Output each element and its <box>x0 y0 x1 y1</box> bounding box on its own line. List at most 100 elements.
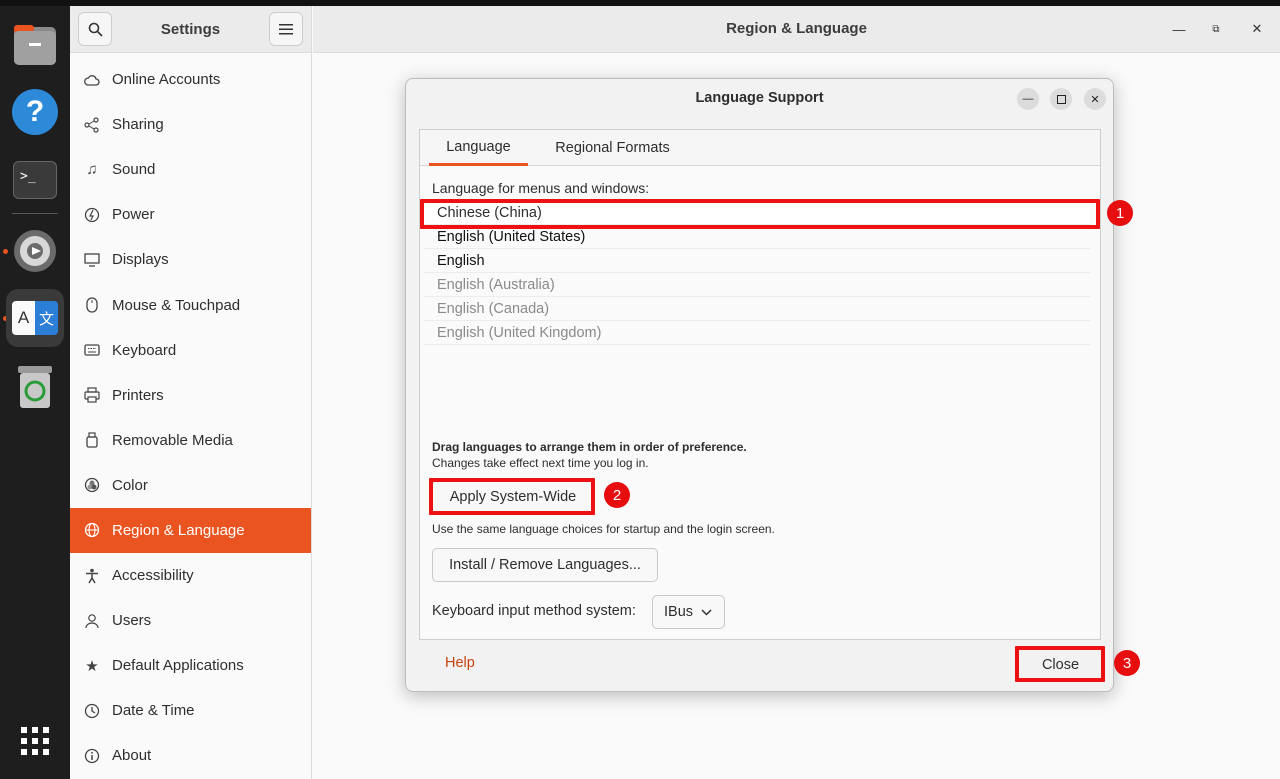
dock-terminal[interactable]: >_ <box>6 151 64 209</box>
sidebar-item-keyboard[interactable]: Keyboard <box>70 328 311 373</box>
sidebar-item-sharing[interactable]: Sharing <box>70 102 311 147</box>
sidebar-list: Online Accounts Sharing ♫ Sound Power Di… <box>70 57 311 779</box>
sidebar-item-label: Users <box>112 612 152 630</box>
keyboard-input-select[interactable]: IBus <box>652 595 725 629</box>
clock-icon <box>84 703 100 719</box>
settings-icon <box>14 230 56 272</box>
music-note-icon: ♫ <box>86 161 98 179</box>
annotation-badge-2: 2 <box>604 482 630 508</box>
sidebar-item-power[interactable]: Power <box>70 192 311 237</box>
color-icon <box>84 477 100 493</box>
sidebar-item-accessibility[interactable]: Accessibility <box>70 553 311 598</box>
minimize-button[interactable]: — <box>1170 20 1188 38</box>
sidebar-item-label: Power <box>112 206 155 224</box>
dock-language-support[interactable]: A 文 <box>6 289 64 347</box>
sidebar-item-label: Keyboard <box>112 341 177 359</box>
sidebar-item-label: Accessibility <box>112 567 194 585</box>
sidebar-item-label: Region & Language <box>112 521 245 539</box>
sidebar-item-label: Color <box>112 476 148 494</box>
search-icon <box>88 22 103 37</box>
star-icon: ★ <box>85 657 99 675</box>
apply-note: Use the same language choices for startu… <box>432 522 775 536</box>
annotation-box-1 <box>420 199 1100 229</box>
sidebar-item-users[interactable]: Users <box>70 598 311 643</box>
keyboard-input-label: Keyboard input method system: <box>432 603 636 619</box>
sidebar-item-date-time[interactable]: Date & Time <box>70 688 311 733</box>
dialog-close-button[interactable]: ✕ <box>1084 88 1106 110</box>
dock-settings[interactable] <box>6 222 64 280</box>
annotation-badge-1: 1 <box>1107 200 1133 226</box>
power-icon <box>84 207 100 223</box>
close-window-button[interactable]: ✕ <box>1248 20 1266 38</box>
keyboard-input-value: IBus <box>664 604 694 620</box>
sidebar-item-label: Displays <box>112 251 169 269</box>
sidebar-item-displays[interactable]: Displays <box>70 237 311 282</box>
language-row-english-canada[interactable]: English (Canada) <box>424 297 1090 321</box>
sidebar-title: Settings <box>160 20 221 38</box>
sidebar-item-label: Default Applications <box>112 657 244 675</box>
dialog-minimize-button[interactable]: — <box>1017 88 1039 110</box>
trash-icon <box>18 366 52 408</box>
info-icon <box>84 748 100 764</box>
sidebar-item-region-language[interactable]: Region & Language <box>70 507 311 554</box>
change-note: Changes take effect next time you log in… <box>432 456 649 470</box>
terminal-icon: >_ <box>13 161 57 199</box>
language-row-english-uk[interactable]: English (United Kingdom) <box>424 321 1090 345</box>
close-icon: ✕ <box>1251 21 1263 36</box>
sidebar-item-label: Removable Media <box>112 431 233 449</box>
share-icon <box>84 117 100 133</box>
sidebar-item-label: Printers <box>112 386 164 404</box>
dialog-title: Language Support <box>695 90 824 106</box>
sidebar-item-label: Sound <box>112 161 156 179</box>
show-apps-button[interactable] <box>6 712 64 770</box>
annotation-box-2 <box>429 478 595 515</box>
minimize-icon: — <box>1172 21 1186 37</box>
annotation-badge-3: 3 <box>1114 650 1140 676</box>
settings-sidebar: Settings Online Accounts Sharing ♫ Sound… <box>70 6 312 779</box>
language-list-label: Language for menus and windows: <box>432 180 650 196</box>
globe-icon <box>84 522 100 538</box>
close-icon: ✕ <box>1090 93 1100 106</box>
sidebar-item-label: Date & Time <box>112 702 195 720</box>
sidebar-item-removable-media[interactable]: Removable Media <box>70 418 311 463</box>
sidebar-item-label: Online Accounts <box>112 71 221 89</box>
dock-files[interactable] <box>6 16 64 74</box>
mouse-icon <box>84 297 100 313</box>
hamburger-menu-icon <box>279 24 293 35</box>
restore-button[interactable]: ⧉ <box>1207 20 1225 38</box>
maximize-icon <box>1056 94 1066 104</box>
sidebar-item-mouse-touchpad[interactable]: Mouse & Touchpad <box>70 282 311 327</box>
sidebar-item-about[interactable]: About <box>70 733 311 778</box>
annotation-box-3 <box>1015 646 1105 682</box>
dock-trash[interactable] <box>6 358 64 416</box>
sidebar-item-online-accounts[interactable]: Online Accounts <box>70 57 311 102</box>
sidebar-item-label: Sharing <box>112 116 164 134</box>
search-button[interactable] <box>78 12 112 46</box>
language-row-english-australia[interactable]: English (Australia) <box>424 273 1090 297</box>
sidebar-item-label: Mouse & Touchpad <box>112 296 241 314</box>
tab-language[interactable]: Language <box>429 130 528 166</box>
language-icon: A 文 <box>12 301 58 335</box>
help-button[interactable]: Help <box>445 655 475 671</box>
sidebar-header: Settings <box>70 6 311 53</box>
dock: ? >_ A 文 <box>0 0 70 779</box>
minimize-icon: — <box>1022 93 1034 105</box>
drag-instruction: Drag languages to arrange them in order … <box>432 440 747 454</box>
sidebar-item-label: About <box>112 747 152 765</box>
sidebar-item-default-applications[interactable]: ★ Default Applications <box>70 643 311 688</box>
tab-regional-formats[interactable]: Regional Formats <box>542 130 683 166</box>
language-row-english[interactable]: English <box>424 249 1090 273</box>
install-remove-languages-button[interactable]: Install / Remove Languages... <box>432 548 658 582</box>
sidebar-item-printers[interactable]: Printers <box>70 373 311 418</box>
sidebar-item-sound[interactable]: ♫ Sound <box>70 147 311 192</box>
printer-icon <box>84 387 100 403</box>
users-icon <box>84 613 100 629</box>
restore-icon: ⧉ <box>1212 23 1220 35</box>
dock-help[interactable]: ? <box>6 83 64 141</box>
menu-button[interactable] <box>269 12 303 46</box>
dock-separator <box>12 213 58 214</box>
sidebar-item-color[interactable]: Color <box>70 463 311 508</box>
chevron-down-icon <box>701 609 712 616</box>
usb-drive-icon <box>84 432 100 448</box>
dialog-maximize-button[interactable] <box>1050 88 1072 110</box>
